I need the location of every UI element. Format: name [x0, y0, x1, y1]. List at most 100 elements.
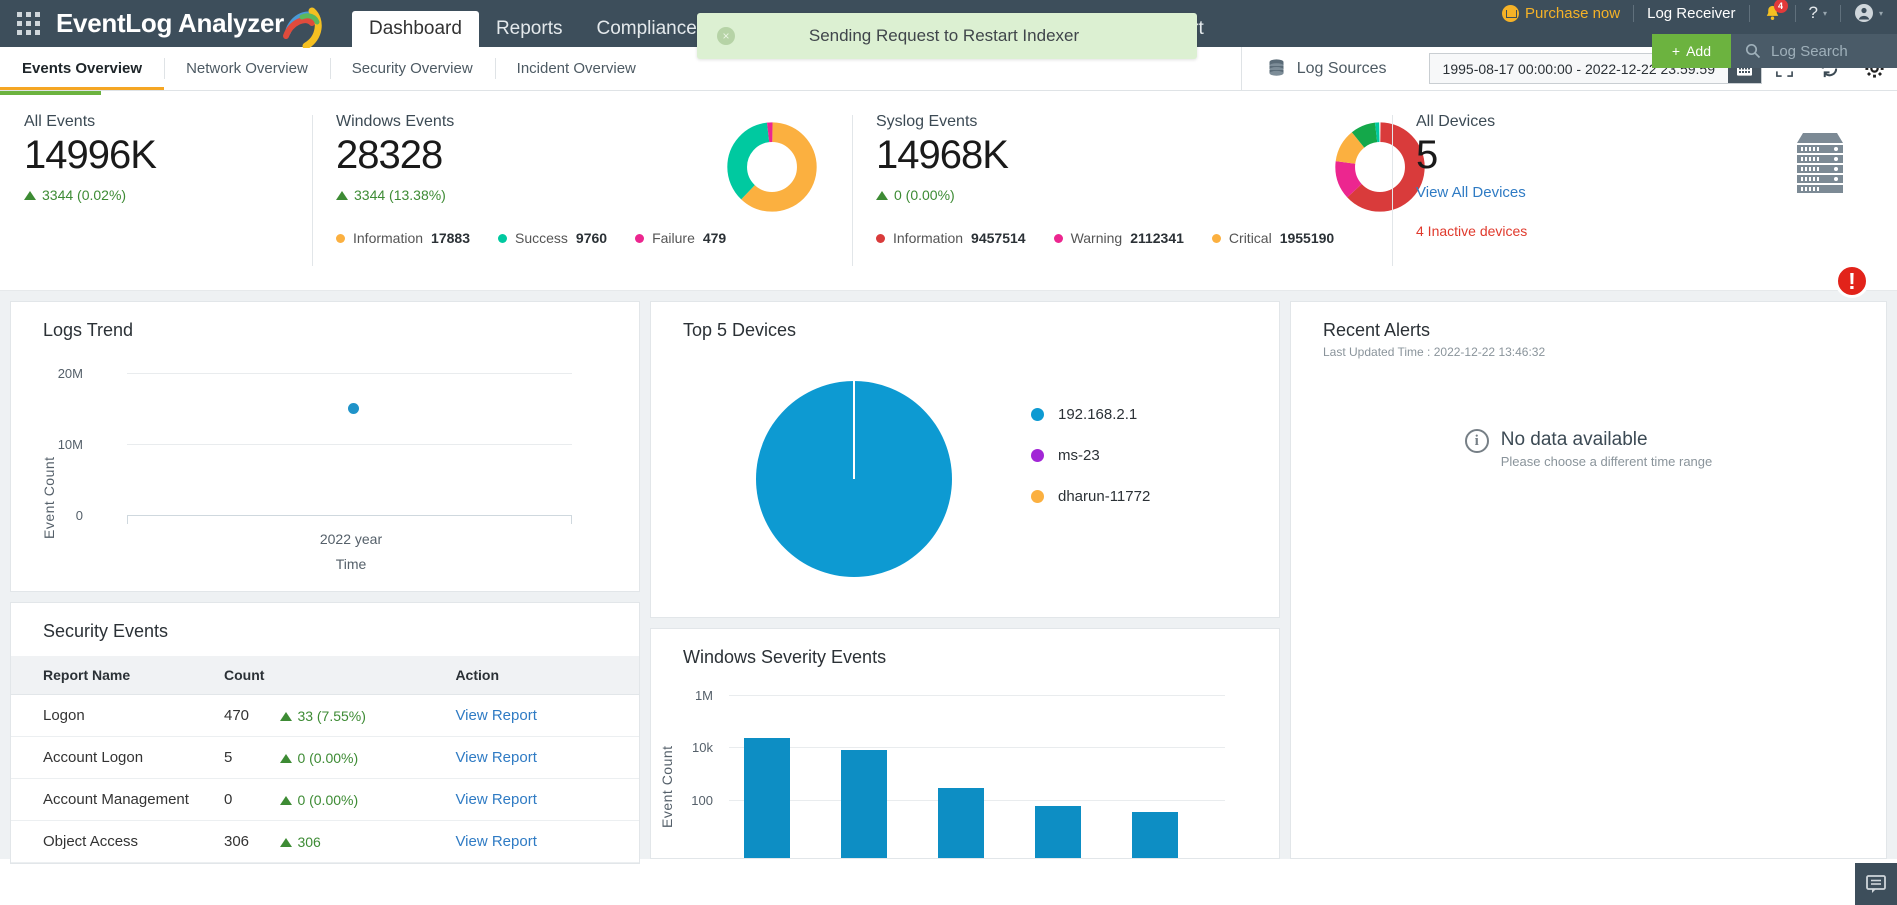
legend-label: dharun-11772: [1058, 488, 1150, 505]
recent-alerts-card: Recent Alerts Last Updated Time : 2022-1…: [1290, 301, 1887, 859]
bar-error[interactable]: [1035, 806, 1081, 858]
add-label: Add: [1686, 43, 1711, 59]
app-logo[interactable]: EventLog Analyzer: [56, 0, 326, 47]
logo-swoosh-icon: [286, 4, 320, 44]
column-report-name: Report Name: [11, 656, 216, 695]
y-tick-label: 20M: [41, 366, 83, 381]
help-menu[interactable]: ? ▾: [1809, 3, 1827, 23]
cart-icon: [1502, 5, 1519, 22]
data-point[interactable]: [348, 403, 359, 414]
log-search-box[interactable]: Log Search: [1731, 34, 1897, 68]
cell-count: 306: [216, 821, 272, 863]
log-receiver-link[interactable]: Log Receiver: [1647, 5, 1735, 22]
user-avatar-icon: [1854, 3, 1874, 23]
legend-label: Information: [353, 230, 423, 246]
legend-dot-icon: [1212, 234, 1221, 243]
kpi-delta-text: 0 (0.00%): [894, 187, 955, 203]
cell-report-name: Account Logon: [11, 737, 216, 779]
legend-label: ms-23: [1058, 447, 1100, 464]
user-menu[interactable]: ▾: [1854, 3, 1883, 23]
notification-count-badge: 4: [1774, 0, 1788, 13]
legend-value: 2112341: [1130, 230, 1184, 246]
inactive-devices-link[interactable]: 4 Inactive devices: [1416, 223, 1527, 239]
windows-events-donut-chart: [726, 121, 818, 290]
cell-delta: 33 (7.55%): [272, 695, 447, 737]
bar-information[interactable]: [744, 738, 790, 858]
trend-up-icon: [280, 838, 292, 847]
nav-item-reports[interactable]: Reports: [479, 11, 580, 47]
plus-icon: +: [1672, 43, 1680, 59]
toast-message: Sending Request to Restart Indexer: [735, 26, 1197, 46]
legend-label: Information: [893, 230, 963, 246]
legend-item[interactable]: 192.168.2.1: [1031, 406, 1150, 423]
cell-delta: 306: [272, 821, 447, 863]
legend-bullet-icon: [1031, 449, 1044, 462]
view-report-link[interactable]: View Report: [455, 749, 536, 766]
legend-value: 17883: [431, 230, 470, 246]
kpi-legend: Information 9457514 Warning 2112341 Crit…: [876, 230, 1334, 246]
legend-dot-icon: [498, 234, 507, 243]
cell-delta: 0 (0.00%): [272, 737, 447, 779]
kpi-delta-text: 3344 (13.38%): [354, 187, 446, 203]
legend-item: Warning 2112341: [1054, 230, 1184, 246]
kpi-syslog-events: Syslog Events 14968K 0 (0.00%) Informati…: [852, 91, 1392, 290]
nav-item-compliance[interactable]: Compliance: [579, 11, 713, 47]
kpi-all-devices: All Devices 5 View All Devices 4 Inactiv…: [1392, 91, 1897, 290]
trend-up-icon: [876, 191, 888, 200]
column-action: Action: [447, 656, 639, 695]
pie-legend: 192.168.2.1 ms-23 dharun-11772: [1031, 406, 1150, 505]
top-action-row: + Add Log Search: [1652, 34, 1897, 68]
tab-network-overview[interactable]: Network Overview: [164, 47, 330, 90]
kpi-label: All Events: [24, 113, 312, 131]
log-sources-label: Log Sources: [1297, 60, 1387, 78]
kpi-value: 14996K: [24, 133, 312, 178]
bar-success[interactable]: [841, 750, 887, 858]
legend-dot-icon: [876, 234, 885, 243]
cell-action: View Report: [447, 779, 639, 821]
y-tick-label: 10M: [41, 437, 83, 452]
cell-count: 5: [216, 737, 272, 779]
last-updated-time: Last Updated Time : 2022-12-22 13:46:32: [1291, 341, 1886, 359]
overview-tabs: Events Overview Network Overview Securit…: [0, 47, 658, 90]
legend-item[interactable]: dharun-11772: [1031, 488, 1150, 505]
kpi-value: 14968K: [876, 133, 1334, 178]
add-button[interactable]: + Add: [1652, 34, 1731, 68]
legend-bullet-icon: [1031, 408, 1044, 421]
help-label: ?: [1809, 3, 1818, 23]
axis-tick: [571, 515, 572, 524]
security-events-card: Security Events Report Name Count Action…: [10, 602, 640, 864]
view-all-devices-link[interactable]: View All Devices: [1416, 184, 1527, 201]
close-icon[interactable]: ×: [717, 27, 735, 45]
view-report-link[interactable]: View Report: [455, 833, 536, 850]
divider: [1840, 5, 1841, 22]
tab-security-overview[interactable]: Security Overview: [330, 47, 495, 90]
log-sources-button[interactable]: Log Sources: [1241, 47, 1413, 90]
pie-slice-primary[interactable]: [756, 381, 952, 577]
app-grid-icon[interactable]: [0, 0, 56, 47]
trend-up-icon: [280, 796, 292, 805]
cell-action: View Report: [447, 695, 639, 737]
axis-tick: [127, 515, 128, 524]
table-header-row: Report Name Count Action: [11, 656, 639, 695]
nav-item-dashboard[interactable]: Dashboard: [352, 11, 479, 47]
legend-item[interactable]: ms-23: [1031, 447, 1150, 464]
view-report-link[interactable]: View Report: [455, 707, 536, 724]
purchase-now-button[interactable]: Purchase now: [1502, 5, 1620, 22]
column-count: Count: [216, 656, 272, 695]
tab-events-overview[interactable]: Events Overview: [0, 47, 164, 90]
legend-value: 9760: [576, 230, 607, 246]
app-title: EventLog Analyzer: [56, 8, 284, 39]
chat-support-button[interactable]: [1855, 863, 1897, 905]
view-report-link[interactable]: View Report: [455, 791, 536, 808]
bar-warning[interactable]: [1132, 812, 1178, 858]
bar-failure[interactable]: [938, 788, 984, 858]
notification-bell-icon[interactable]: 4: [1763, 4, 1782, 23]
card-title: Recent Alerts: [1291, 302, 1886, 341]
cell-count: 470: [216, 695, 272, 737]
y-tick-label: 1M: [671, 688, 713, 703]
kpi-windows-events: Windows Events 28328 3344 (13.38%) Infor…: [312, 91, 852, 290]
cell-report-name: Object Access: [11, 821, 216, 863]
legend-dot-icon: [1054, 234, 1063, 243]
legend-value: 9457514: [971, 230, 1026, 246]
tab-incident-overview[interactable]: Incident Overview: [495, 47, 658, 90]
